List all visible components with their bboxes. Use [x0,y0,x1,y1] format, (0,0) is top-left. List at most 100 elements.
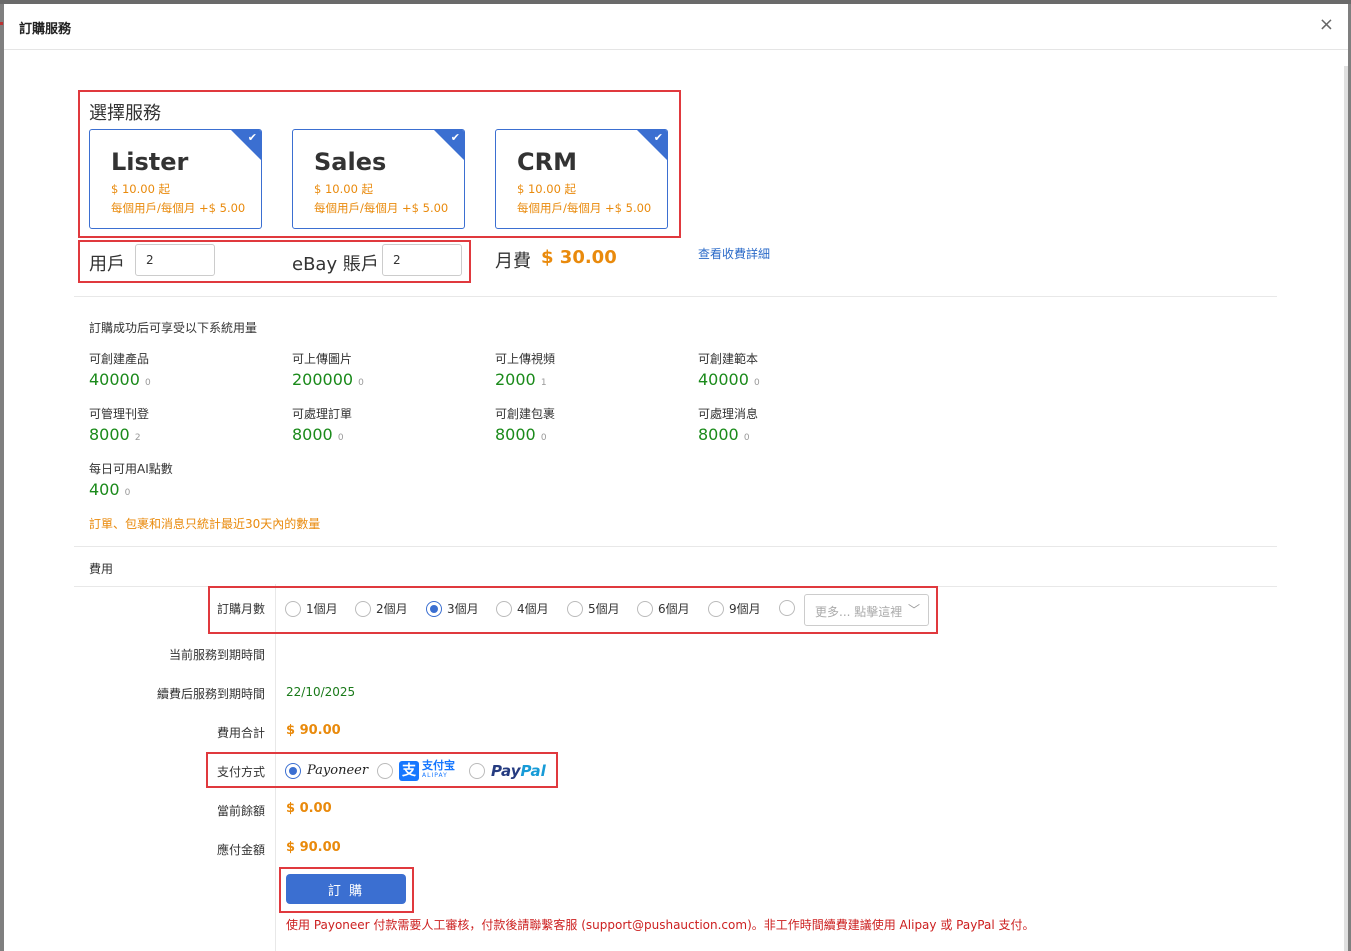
quota-used: 2 [134,433,141,443]
service-name: Lister [111,148,189,176]
radio-icon [637,600,653,617]
payoneer-logo: Payoneer [307,763,369,778]
month-option-more[interactable] [779,600,795,616]
scrollbar[interactable] [1344,66,1348,951]
months-label: 訂購月數 [216,602,265,616]
quota-label: 可創建包裹 [495,407,556,421]
quota-value: 8000 [698,425,739,444]
quota-item: 可上傳圖片 200000 0 [292,350,364,389]
radio-selected-icon [426,600,442,617]
fee-details-link[interactable]: 查看收費詳細 [698,245,770,262]
chevron-down-icon: ﹀ [907,603,920,617]
quota-label: 可上傳視頻 [495,352,556,366]
radio-icon [496,600,512,617]
total-value: $ 90.00 [286,723,341,738]
quota-label: 可處理訂單 [292,407,353,421]
quota-used: 0 [754,378,760,388]
close-icon[interactable]: × [1319,15,1334,35]
monthly-fee-value: $ 30.00 [541,247,617,268]
quota-label: 每日可用AI點數 [89,462,173,476]
month-option-4[interactable]: 4個月 [496,600,549,617]
quota-intro: 訂購成功后可享受以下系統用量 [89,321,258,335]
service-name: CRM [517,148,577,176]
radio-icon [355,600,371,617]
due-value: $ 90.00 [286,840,341,855]
quota-used: 0 [145,378,151,388]
radio-selected-icon [285,762,301,779]
service-card-crm[interactable]: ✔ CRM $ 10.00 起 每個用戶/每個月 +$ 5.00 [495,129,668,229]
radio-icon [377,762,393,779]
divider [74,546,1277,547]
users-input[interactable] [135,244,215,276]
order-button[interactable]: 訂 購 [286,874,406,904]
quota-value: 40000 [89,370,140,389]
alipay-icon: 支 [399,760,419,781]
radio-icon [708,600,724,617]
quota-value: 200000 [292,370,354,389]
payoneer-note: 使用 Payoneer 付款需要人工審核，付款後請聯繫客服 (support@p… [286,918,1035,932]
quota-label: 可上傳圖片 [292,352,353,366]
more-months-placeholder: 更多... 點擊這裡 [815,605,903,619]
quota-used: 0 [124,488,131,498]
month-option-9[interactable]: 9個月 [708,600,761,617]
modal-title: 訂購服務 [19,22,72,37]
service-card-lister[interactable]: ✔ Lister $ 10.00 起 每個用戶/每個月 +$ 5.00 [89,129,262,229]
quota-label: 可處理消息 [698,407,759,421]
ebay-accounts-input[interactable] [382,244,462,276]
total-label: 費用合計 [216,726,265,740]
payment-label: 支付方式 [216,765,265,779]
backdrop-accent [0,22,3,25]
quota-item: 每日可用AI點數 400 0 [89,460,173,499]
quota-used: 0 [540,433,547,443]
month-option-6[interactable]: 6個月 [637,600,690,617]
radio-icon [285,600,301,617]
month-option-5[interactable]: 5個月 [567,600,620,617]
quota-item: 可處理訂單 8000 0 [292,405,352,444]
service-price: $ 10.00 起 [111,182,171,196]
service-price: $ 10.00 起 [314,182,374,196]
current-expiry-label: 当前服務到期時間 [168,648,265,662]
users-label: 用戶 [89,254,125,275]
quota-value: 8000 [292,425,333,444]
due-label: 應付金額 [216,843,265,857]
balance-value: $ 0.00 [286,801,332,816]
check-icon: ✔ [247,131,257,144]
more-months-select[interactable]: 更多... 點擊這裡 ﹀ [804,594,929,626]
quota-used: 0 [743,433,750,443]
month-option-2[interactable]: 2個月 [355,600,408,617]
quota-item: 可管理刊登 8000 2 [89,405,149,444]
quota-label: 可創建範本 [698,352,759,366]
service-card-sales[interactable]: ✔ Sales $ 10.00 起 每個用戶/每個月 +$ 5.00 [292,129,465,229]
modal-header: 訂購服務 × [4,4,1348,50]
service-price: $ 10.00 起 [517,182,577,196]
quota-value: 8000 [89,425,130,444]
radio-icon [779,600,795,616]
payment-paypal[interactable]: PayPal [469,760,546,780]
renew-expiry-label: 續費后服務到期時間 [156,687,265,701]
quota-item: 可上傳視頻 2000 1 [495,350,555,389]
payment-payoneer[interactable]: Payoneer [285,760,368,779]
fees-title: 費用 [89,562,114,576]
quota-item: 可處理消息 8000 0 [698,405,758,444]
service-per-user: 每個用戶/每個月 +$ 5.00 [111,201,246,215]
quota-item: 可創建產品 40000 0 [89,350,151,389]
ebay-accounts-label: eBay 賬戶 [292,254,379,275]
quota-item: 可創建範本 40000 0 [698,350,760,389]
renew-expiry-value: 22/10/2025 [286,685,356,699]
paypal-logo: PayPal [491,761,546,780]
service-per-user: 每個用戶/每個月 +$ 5.00 [517,201,652,215]
check-icon: ✔ [450,131,460,144]
month-option-1[interactable]: 1個月 [285,600,338,617]
quota-label: 可管理刊登 [89,407,150,421]
quota-used: 0 [337,433,344,443]
quota-note: 訂單、包裹和消息只統計最近30天內的數量 [89,517,321,531]
radio-icon [567,600,583,617]
quota-label: 可創建產品 [89,352,150,366]
quota-value: 2000 [495,370,536,389]
month-option-3[interactable]: 3個月 [426,600,479,617]
quota-item: 可創建包裹 8000 0 [495,405,555,444]
divider [74,296,1277,297]
balance-label: 當前餘額 [216,804,265,818]
payment-alipay[interactable]: 支支付宝 ALIPAY [377,760,455,781]
alipay-logo: 支支付宝 ALIPAY [399,760,455,781]
